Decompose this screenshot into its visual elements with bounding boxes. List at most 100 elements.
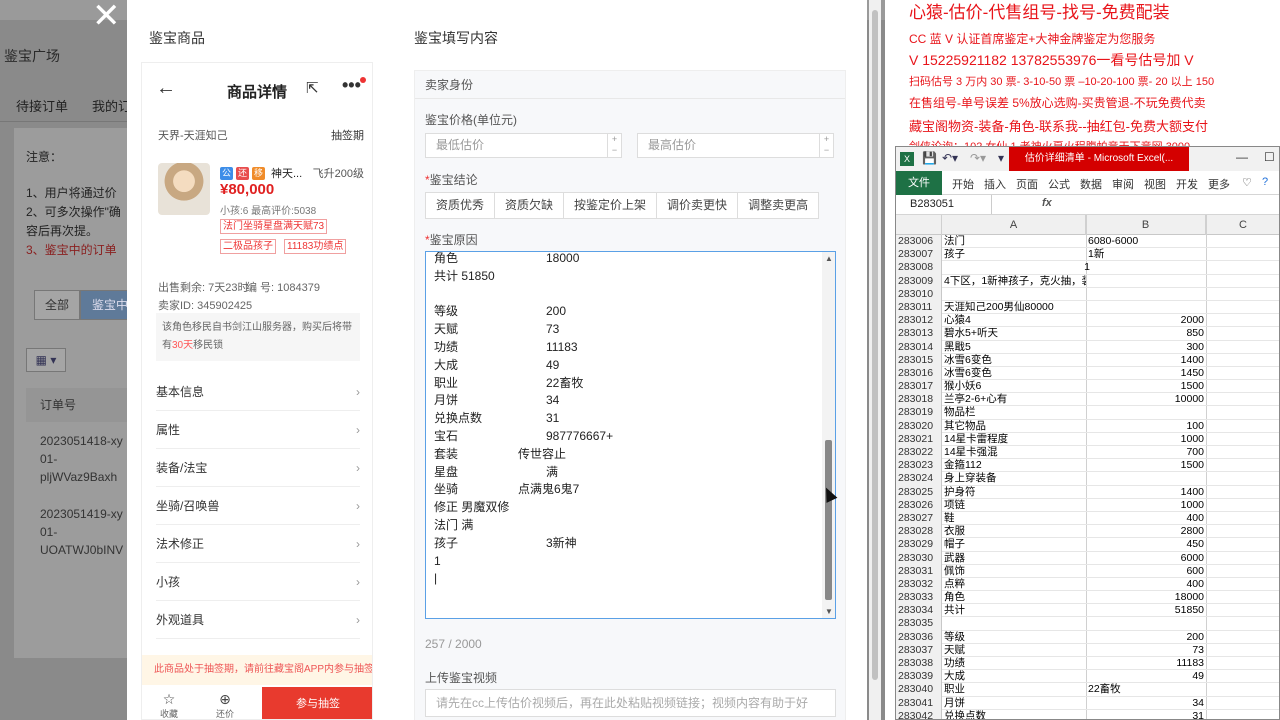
sheet-row[interactable]: 283008 1 xyxy=(896,261,1279,275)
join-lottery-button[interactable]: 参与抽签 xyxy=(262,687,372,719)
menu-attributes[interactable]: 属性 › xyxy=(156,411,360,449)
table-row[interactable]: 2023051418-xy 01- pljWVaz9Baxh xyxy=(26,432,140,486)
ribbon-tab[interactable]: 插入 xyxy=(984,176,1006,192)
summary-text: 小孩:6 最高评价:5038 xyxy=(220,206,317,217)
customize-icon[interactable]: ▾ xyxy=(998,151,1004,165)
save-icon[interactable]: 💾 xyxy=(922,151,937,165)
favorite-button[interactable]: ☆ 收藏 xyxy=(160,691,178,719)
menu-basic-info[interactable]: 基本信息 › xyxy=(156,373,360,411)
sheet-row[interactable]: 283030 武器 6000 xyxy=(896,551,1279,565)
textarea-scrollbar[interactable]: ▲ ▼ xyxy=(822,252,835,618)
option-excellent[interactable]: 资质优秀 xyxy=(425,192,496,219)
price-label: 鉴宝价格(单位元) xyxy=(425,113,517,127)
promo-line: 藏宝阁物资-装备-角色-联系我--抽红包-免费大额支付 xyxy=(909,119,1208,134)
reason-textarea[interactable]: 角色 18000 共计 51850 等级 200 天赋 73 功绩 11183 大成 49 职业 22畜… xyxy=(425,251,836,619)
ribbon-tab[interactable]: 更多 xyxy=(1208,176,1230,192)
menu-mounts[interactable]: 坐骑/召唤兽 › xyxy=(156,487,360,525)
sheet-row[interactable]: 283023 金箍112 1500 xyxy=(896,459,1279,473)
feature-tag: 11183功绩点 xyxy=(284,239,347,254)
share-icon[interactable]: ⇱ xyxy=(306,79,319,97)
column-headers: A B C xyxy=(896,215,1279,235)
select-all-corner[interactable] xyxy=(896,215,942,235)
sheet-row[interactable]: 283033 角色 18000 xyxy=(896,591,1279,605)
sheet-row[interactable]: 283037 天赋 73 xyxy=(896,643,1279,657)
file-tab[interactable]: 文件 xyxy=(896,171,942,195)
sheet-row[interactable]: 283034 共计 51850 xyxy=(896,604,1279,618)
redo-icon[interactable]: ↷▾ xyxy=(970,151,986,165)
sheet-row[interactable]: 283040 职业 22畜牧 xyxy=(896,683,1279,697)
maximize-icon[interactable]: ☐ xyxy=(1264,150,1275,164)
ribbon-tab[interactable]: 数据 xyxy=(1080,176,1102,192)
sheet-row[interactable]: 283041 月饼 34 xyxy=(896,696,1279,710)
min-price-input[interactable]: 最低估价 + − xyxy=(425,133,622,158)
sheet-row[interactable]: 283012 心猿4 2000 xyxy=(896,314,1279,328)
row-number: 283018 xyxy=(896,393,942,407)
sheet-row[interactable]: 283035 xyxy=(896,617,1279,631)
sheet-row[interactable]: 283042 兑换点数 31 xyxy=(896,709,1279,719)
sheet-row[interactable]: 283027 鞋 400 xyxy=(896,511,1279,526)
column-header[interactable]: C xyxy=(1206,215,1279,235)
heart-icon[interactable]: ♡ xyxy=(1242,176,1252,189)
reason-line: 功绩 11183 xyxy=(434,339,578,354)
sheet-row[interactable]: 283015 冰雪6变色 1400 xyxy=(896,353,1279,367)
sheet-row[interactable]: 283018 兰亭2-6+心有 10000 xyxy=(896,393,1279,407)
option-sell-faster[interactable]: 调价卖更快 xyxy=(656,192,739,219)
minimize-icon[interactable]: — xyxy=(1236,150,1248,164)
sheet-row[interactable]: 283006 法门 6080-6000 xyxy=(896,235,1279,249)
menu-spell-correction[interactable]: 法术修正 › xyxy=(156,525,360,563)
ribbon-tab[interactable]: 开始 xyxy=(952,176,974,192)
filter-all-button[interactable]: 全部 xyxy=(34,290,80,320)
name-box[interactable]: B283051 xyxy=(896,195,992,214)
sheet-row[interactable]: 283025 护身符 1400 xyxy=(896,485,1279,499)
column-toggle-button[interactable]: ▦ ▾ xyxy=(26,348,66,372)
sheet-row[interactable]: 283036 等级 200 xyxy=(896,630,1279,644)
menu-equipment[interactable]: 装备/法宝 › xyxy=(156,449,360,487)
sheet-row[interactable]: 283013 碧水5+听天 850 xyxy=(896,327,1279,341)
sheet-row[interactable]: 283019 物品栏 xyxy=(896,406,1279,420)
reason-line: 修正 男魔双修 xyxy=(434,500,510,515)
sheet-row[interactable]: 283026 项链 1000 xyxy=(896,498,1279,512)
sheet-row[interactable]: 283017 猴小妖6 1500 xyxy=(896,380,1279,394)
sheet-row[interactable]: 283028 衣服 2800 xyxy=(896,525,1279,539)
sheet-row[interactable]: 283032 点粹 400 xyxy=(896,577,1279,592)
max-price-input[interactable]: 最高估价 + − xyxy=(637,133,834,158)
sheet-row[interactable]: 283011 天涯知己200男仙80000 xyxy=(896,300,1279,315)
table-row[interactable]: 2023051419-xy 01- UOATWJ0bINV xyxy=(26,505,140,559)
close-modal-icon[interactable]: ✕ xyxy=(92,0,121,36)
sheet-row[interactable]: 2830094下区，1新神孩子，克火抽，装备宝宝齐全 xyxy=(896,274,1279,288)
tab-pending-orders[interactable]: 待接订单 xyxy=(16,96,68,115)
ribbon-tab[interactable]: 页面 xyxy=(1016,176,1038,192)
sheet-row[interactable]: 283007 孩子 1新 xyxy=(896,248,1279,262)
modal-scrollbar[interactable] xyxy=(869,0,881,720)
sheet-row[interactable]: 283029 帽子 450 xyxy=(896,538,1279,552)
sheet-row[interactable]: 283021 14星卡雷程度 1000 xyxy=(896,432,1279,446)
more-icon[interactable]: ••• xyxy=(342,75,361,96)
tab-my-orders[interactable]: 我的订 xyxy=(92,96,131,115)
menu-children[interactable]: 小孩 › xyxy=(156,563,360,601)
sheet-row[interactable]: 283031 佩饰 600 xyxy=(896,564,1279,578)
sheet-row[interactable]: 283022 14星卡强混 700 xyxy=(896,446,1279,460)
video-link-input[interactable]: 请先在cc上传估价视频后，再在此处粘贴视频链接；视频内容有助于好 xyxy=(425,689,836,717)
ribbon-tab[interactable]: 视图 xyxy=(1144,176,1166,192)
menu-appearance[interactable]: 外观道具 › xyxy=(156,601,360,639)
sheet-row[interactable]: 283020 其它物品 100 xyxy=(896,419,1279,433)
undo-icon[interactable]: ↶▾ xyxy=(942,151,958,165)
sheet-row[interactable]: 283014 黑戢5 300 xyxy=(896,340,1279,354)
sheet-row[interactable]: 283038 功绩 11183 xyxy=(896,657,1279,671)
ribbon-tab[interactable]: 开发 xyxy=(1176,176,1198,192)
sheet-row[interactable]: 283039 大成 49 xyxy=(896,670,1279,684)
help-icon[interactable]: ? xyxy=(1262,176,1268,188)
ribbon-tab[interactable]: 审阅 xyxy=(1112,176,1134,192)
column-header[interactable]: A xyxy=(942,215,1086,235)
ribbon-tab[interactable]: 公式 xyxy=(1048,176,1070,192)
sheet-row[interactable]: 283016 冰雪6变色 1450 xyxy=(896,366,1279,381)
option-lacking[interactable]: 资质欠缺 xyxy=(494,192,565,219)
column-header[interactable]: B xyxy=(1086,215,1206,235)
option-sell-higher[interactable]: 调整卖更高 xyxy=(737,192,820,219)
option-list-at-price[interactable]: 按鉴定价上架 xyxy=(563,192,658,219)
fx-icon[interactable]: fx xyxy=(1042,197,1052,209)
sheet-row[interactable]: 283010 xyxy=(896,287,1279,301)
scroll-thumb[interactable] xyxy=(872,10,878,680)
sheet-row[interactable]: 283024 身上穿装备 xyxy=(896,472,1279,486)
bargain-button[interactable]: ⊕ 还价 xyxy=(216,691,234,719)
